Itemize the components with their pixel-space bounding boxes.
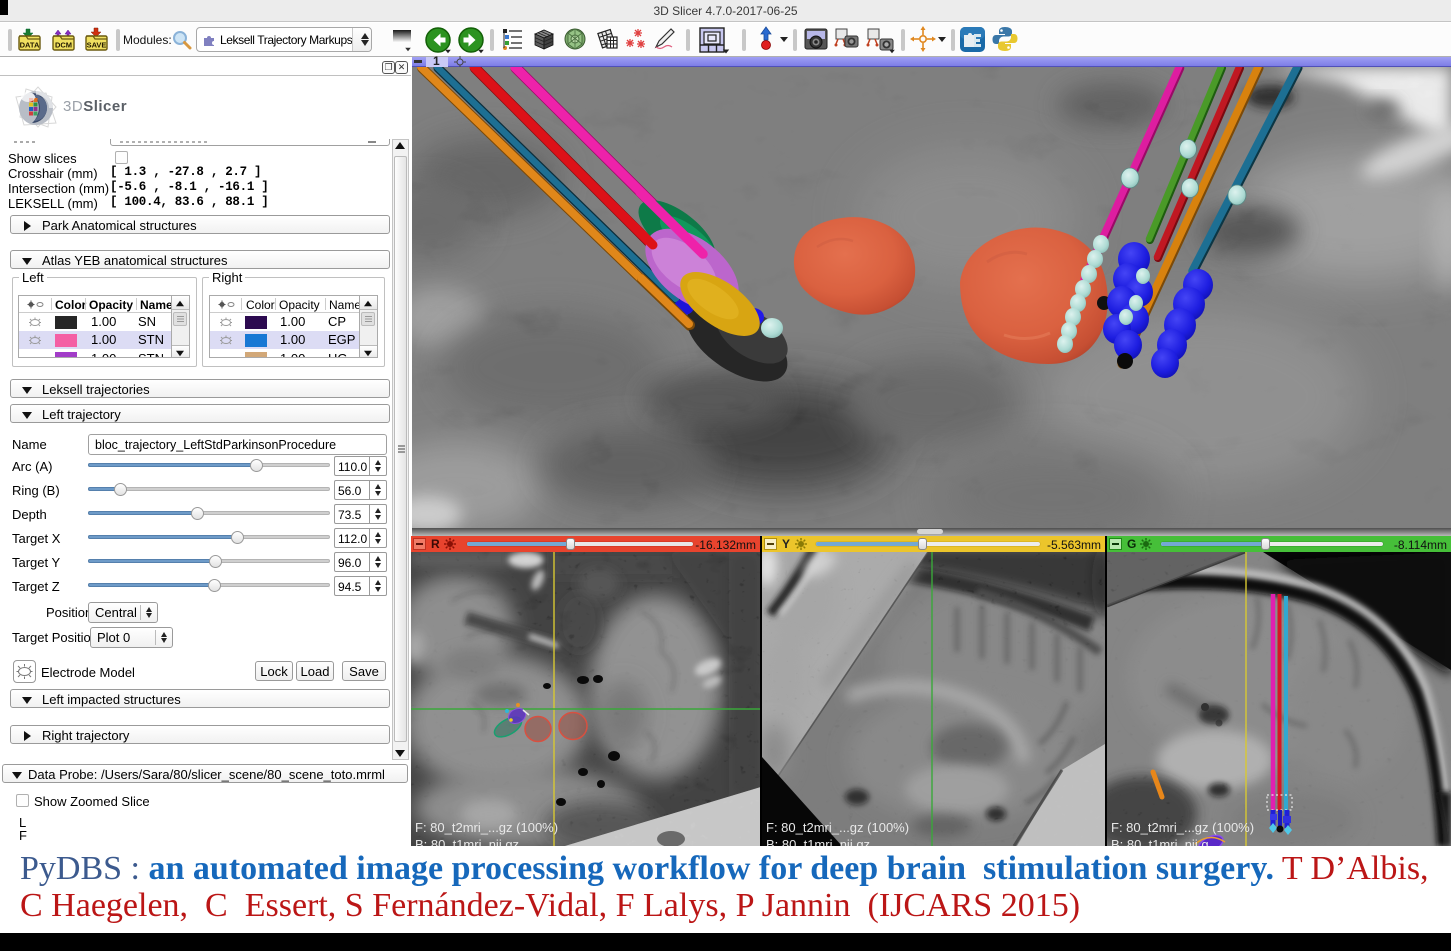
svg-text:DATA: DATA [20,41,40,50]
svg-text:F: 80_t2mri_...gz (100%): F: 80_t2mri_...gz (100%) [1111,820,1254,835]
svg-text:B: 80_t1mri_nii.gz: B: 80_t1mri_nii.gz [415,837,519,846]
svg-text:F: 80_t2mri_...gz (100%): F: 80_t2mri_...gz (100%) [415,820,558,835]
svg-text:F: 80_t2mri_...gz (100%): F: 80_t2mri_...gz (100%) [766,820,909,835]
svg-text:B: 80_t1mri_nii.gz: B: 80_t1mri_nii.gz [766,837,870,846]
svg-text:DCM: DCM [55,41,72,50]
svg-text:B: 80_t1mri_nii.g: B: 80_t1mri_nii.g [1111,837,1209,846]
svg-text:SAVE: SAVE [87,41,107,50]
